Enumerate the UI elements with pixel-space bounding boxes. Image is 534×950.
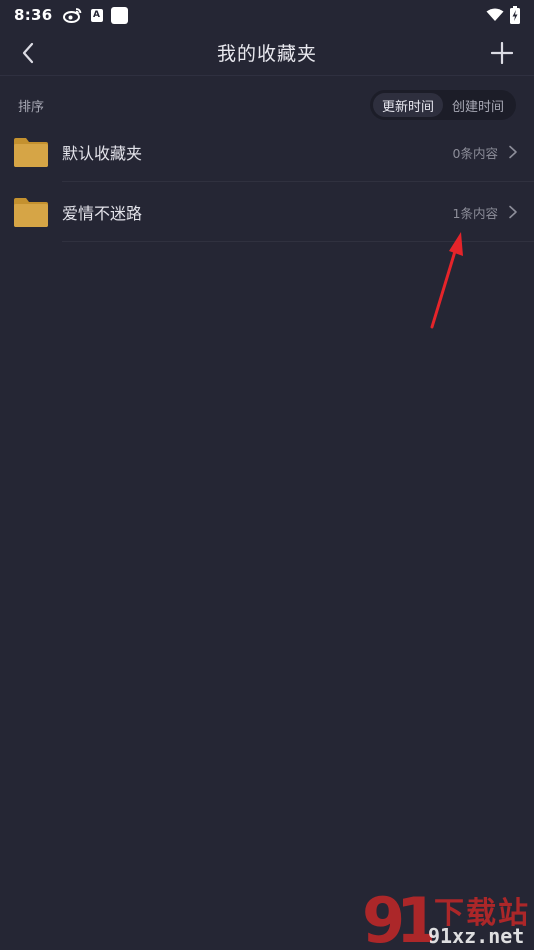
folder-name: 默认收藏夹 — [62, 144, 143, 163]
chevron-right-icon — [506, 145, 520, 159]
back-button[interactable] — [14, 39, 42, 67]
battery-charging-icon — [510, 6, 520, 24]
a-badge-icon: A — [90, 8, 103, 22]
status-icons-left: A — [62, 6, 128, 24]
watermark: 9 1 下载站 91xz.net — [360, 880, 534, 950]
svg-text:1: 1 — [396, 884, 432, 950]
folder-list: 默认收藏夹 0条内容 爱情不迷路 1条内容 — [0, 122, 534, 242]
notification-square-icon — [110, 6, 128, 24]
folder-count: 0条内容 — [452, 145, 498, 161]
folder-count: 1条内容 — [452, 205, 498, 221]
folder-name: 爱情不迷路 — [62, 204, 143, 223]
page-title: 我的收藏夹 — [216, 43, 317, 65]
chevron-right-icon — [506, 205, 520, 219]
sort-toggle: 更新时间 创建时间 — [369, 90, 516, 120]
chevron-left-icon — [22, 42, 34, 64]
folder-icon — [13, 136, 49, 168]
folder-icon — [13, 196, 49, 228]
watermark-url: 91xz.net — [428, 924, 525, 948]
folder-item-default[interactable]: 默认收藏夹 0条内容 — [0, 122, 534, 182]
add-folder-button[interactable] — [488, 39, 516, 67]
annotation-arrow-icon — [430, 232, 463, 329]
weibo-icon — [62, 7, 83, 23]
sort-row: 排序 更新时间 创建时间 — [0, 88, 534, 122]
nav-bar: 我的收藏夹 — [0, 30, 534, 76]
plus-icon — [491, 42, 513, 64]
status-icons-right — [486, 6, 520, 24]
watermark-logo-icon: 9 1 — [362, 884, 432, 950]
sort-option-update-time[interactable]: 更新时间 — [372, 93, 443, 117]
sort-label: 排序 — [18, 99, 45, 115]
wifi-icon — [486, 8, 504, 22]
status-time: 8:36 — [14, 6, 53, 24]
status-bar: 8:36 A — [0, 0, 534, 30]
sort-option-create-time[interactable]: 创建时间 — [443, 93, 513, 117]
